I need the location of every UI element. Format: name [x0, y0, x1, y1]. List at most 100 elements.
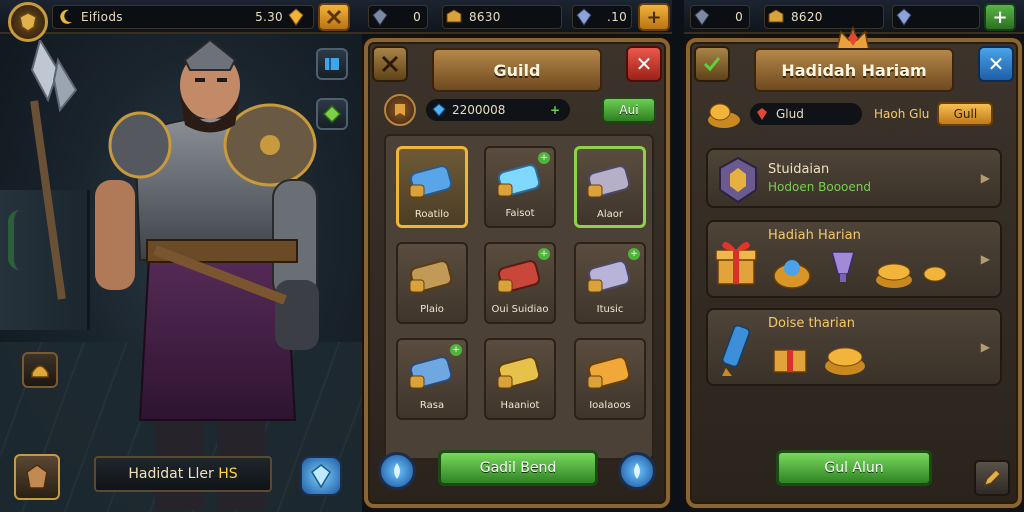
guild-slot-label: Haaniot	[500, 400, 540, 411]
add-currency-button[interactable]: +	[984, 3, 1016, 31]
guild-left-orb-button[interactable]	[378, 452, 416, 490]
daily-field-value: Glud	[776, 107, 804, 121]
purple-chalice-icon	[831, 251, 855, 282]
crystal-button[interactable]	[300, 456, 342, 496]
gem-value: 2200008	[452, 103, 506, 117]
crystal-icon	[311, 464, 331, 488]
diamond-icon	[896, 8, 912, 26]
player-name: Eifiods	[81, 10, 123, 24]
guild-title: Guild	[432, 48, 602, 92]
hero-character	[95, 40, 319, 510]
guild-slot-label: Itusic	[596, 304, 624, 315]
daily-side-button[interactable]: Gull	[937, 102, 994, 126]
gem-value-field: 2200008 +	[424, 97, 572, 123]
guild-slot-label: Ioalaoos	[589, 400, 631, 411]
plus-badge-icon: +	[628, 248, 640, 260]
guild-slot-label: Oui Suidiao	[491, 304, 549, 315]
gold-gem-icon	[288, 8, 304, 26]
daily-row-2-title: Hadiah Harian	[768, 228, 861, 243]
close-icon: ✕	[987, 52, 1005, 76]
chevron-right-icon: ▶	[980, 252, 990, 266]
guild-slot[interactable]: Rasa +	[396, 338, 468, 420]
daily-row-1-subtitle: Hodoen Boooend	[768, 180, 871, 194]
guild-add-button[interactable]: Aui	[602, 97, 656, 123]
edit-button[interactable]	[974, 460, 1010, 496]
daily-row-1-title: Stuidaian	[768, 162, 830, 177]
guild-slot-label: Faisot	[505, 208, 535, 219]
daily-reward-panel: Hadidah Hariam ✕ Glud Haoh Glu Gull Stui…	[686, 26, 1022, 508]
shield-emblem-icon	[19, 12, 37, 32]
daily-back-button[interactable]	[694, 46, 730, 82]
blue-gem-icon	[432, 103, 446, 117]
gold-coin-pile-icon	[708, 103, 740, 128]
daily-row-3[interactable]: Doise tharian ▶	[706, 308, 1002, 386]
daily-title: Hadidah Hariam	[754, 48, 954, 92]
plus-icon: +	[992, 6, 1008, 28]
helmet-icon	[31, 365, 49, 378]
guild-item-icon	[409, 260, 453, 293]
map-button[interactable]	[316, 48, 348, 80]
guild-slot[interactable]: Faisot +	[484, 146, 556, 228]
guild-slot[interactable]: Haaniot	[484, 338, 556, 420]
daily-claim-button[interactable]: Gul Alun	[776, 450, 932, 486]
pencil-icon	[984, 469, 1001, 486]
plus-badge-icon: +	[538, 248, 550, 260]
green-check-icon	[703, 57, 721, 72]
guild-item-icon	[587, 356, 631, 389]
plus-badge-icon: +	[450, 344, 462, 356]
currency-value: 5.30	[255, 10, 283, 24]
add-currency-button[interactable]: +	[638, 3, 670, 31]
hero-panel: Eifiods 5.30 Hadidat Ller HS	[0, 0, 362, 512]
gold-coins-icon	[825, 347, 865, 375]
helmet-button[interactable]	[22, 352, 58, 388]
plus-icon: +	[549, 103, 560, 117]
guild-resource-bar: 2200008 + Aui	[384, 94, 656, 126]
diamond-icon	[576, 8, 592, 26]
shield-badge-icon	[719, 156, 757, 204]
green-gem-icon	[323, 105, 341, 123]
player-name-pill: Eifiods 5.30	[52, 5, 314, 29]
hero-name: Hadidat Ller	[128, 466, 214, 482]
player-avatar[interactable]	[8, 2, 48, 42]
guild-back-button[interactable]	[372, 46, 408, 82]
daily-row-2[interactable]: Hadiah Harian ▶	[706, 220, 1002, 298]
hero-portrait-button[interactable]	[14, 454, 60, 500]
guild-right-orb-button[interactable]	[618, 452, 656, 490]
map-icon	[325, 58, 339, 70]
guild-slot[interactable]: Itusic +	[574, 242, 646, 324]
guild-item-icon	[497, 356, 541, 389]
daily-side-label: Haoh Glu	[874, 107, 930, 121]
water-drop-icon	[394, 463, 400, 479]
gold-currency-pill: 8630	[442, 5, 562, 29]
hero-name-bar[interactable]: Hadidat Ller HS	[94, 456, 272, 492]
daily-row-1[interactable]: Stuidaian Hodoen Boooend ▶	[706, 148, 1002, 208]
daily-value-field: Glud	[748, 101, 864, 127]
gold-ornament-icon	[773, 260, 811, 289]
quest-button[interactable]	[316, 98, 348, 130]
guild-emblem[interactable]	[384, 94, 416, 126]
guild-slot-label: Roatilo	[414, 209, 450, 220]
gold-chest-icon	[768, 9, 784, 23]
settings-button[interactable]	[318, 3, 350, 31]
guild-slot-label: Plaio	[420, 304, 444, 315]
daily-close-button[interactable]: ✕	[978, 46, 1014, 82]
daily-resource-bar: Glud Haoh Glu Gull	[706, 98, 1006, 130]
stone-count: 0	[413, 10, 421, 24]
guild-close-button[interactable]: ✕	[626, 46, 662, 82]
guild-slot[interactable]: Ioalaoos	[574, 338, 646, 420]
hero-topbar: Eifiods 5.30	[0, 0, 362, 42]
diamond-currency-pill	[892, 5, 980, 29]
guild-slot[interactable]: Roatilo	[396, 146, 468, 228]
red-gem-icon	[757, 108, 767, 120]
gift-box-icon	[715, 241, 757, 285]
stone-count: 0	[735, 10, 743, 24]
guild-slot[interactable]: Plaio	[396, 242, 468, 324]
guild-slot[interactable]: Alaor	[574, 146, 646, 228]
guild-send-button[interactable]: Gadil Bend	[438, 450, 598, 486]
stone-currency-pill: 0	[690, 5, 750, 29]
guild-item-icon	[587, 165, 631, 198]
gold-count: 8620	[791, 10, 823, 24]
daily-row-3-title: Doise tharian	[768, 316, 855, 331]
chevron-right-icon: ▶	[980, 171, 990, 185]
guild-slot[interactable]: Oui Suidiao +	[484, 242, 556, 324]
